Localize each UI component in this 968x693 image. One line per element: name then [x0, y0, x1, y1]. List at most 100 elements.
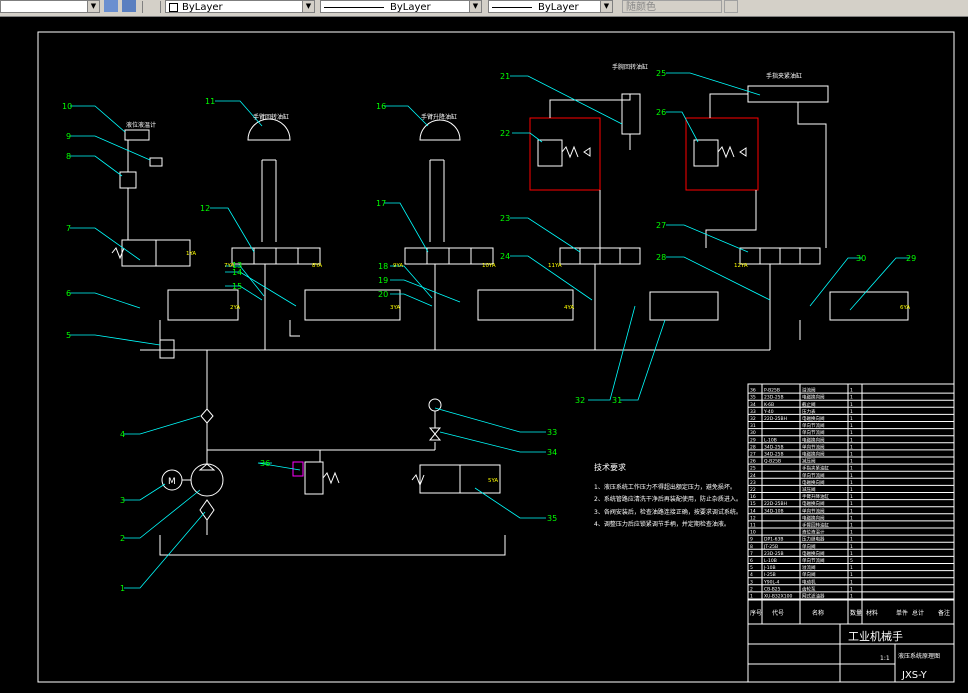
- bom-cell: 溢流阀: [802, 564, 816, 571]
- level-gauge-10: [124, 129, 150, 141]
- bom-cell: 22D-25BH: [764, 501, 787, 507]
- bom-cell: 34D-25B: [764, 452, 784, 458]
- bom-cell: 4: [750, 572, 753, 578]
- coil-7ya: 7YA: [224, 263, 234, 269]
- bom-cell: 26: [750, 459, 756, 465]
- bill-of-materials: 36 P-B25B 溢流阀 135 23D-25B 电磁换向阀 134 K-6B 截止阀 133 Y…: [747, 383, 955, 625]
- plotstyle-arrow[interactable]: [724, 0, 738, 13]
- linetype-preview: [324, 6, 384, 8]
- layer-previous-icon[interactable]: [122, 0, 136, 12]
- color-swatch-icon: [169, 2, 178, 12]
- bom-cell: 1: [850, 579, 853, 585]
- bom-header-cell: 材料: [866, 609, 878, 617]
- layer-stack-icon[interactable]: [104, 0, 118, 12]
- bom-cell: XU-B32X100: [764, 594, 792, 600]
- lineweight-dropdown[interactable]: ByLayer ▼: [488, 0, 613, 13]
- bom-cell: 单向节流阀: [802, 557, 825, 564]
- bom-cell: 24: [750, 473, 756, 479]
- coil-9ya: 9YA: [393, 263, 403, 269]
- bom-cell: 液位液温计: [802, 529, 825, 536]
- plotstyle-dropdown[interactable]: 随颜色: [622, 0, 722, 13]
- label-arm-lift: 手臂升降油缸: [421, 113, 457, 121]
- valve-35-detail: [411, 465, 461, 493]
- bom-cell: 1: [850, 494, 853, 500]
- coil-4ya: 4YA: [564, 305, 574, 311]
- bom-cell: 手臂回转油缸: [802, 522, 829, 529]
- stop-valve-34: [428, 411, 442, 441]
- color-value: ByLayer: [182, 2, 223, 13]
- bom-cell: 8: [750, 544, 753, 550]
- bom-cell: 34: [750, 402, 756, 408]
- bom-cell: 1: [850, 551, 853, 557]
- bom-cell: 手指夹紧油缸: [802, 465, 829, 472]
- valve-26-spring: [717, 145, 747, 159]
- drawing-title: 工业机械手: [848, 629, 903, 643]
- bom-cell: 电磁换向阀: [802, 451, 825, 458]
- bom-cell: 1: [850, 423, 853, 429]
- bom-cell: 16: [750, 494, 756, 500]
- bom-cell: 22: [750, 487, 756, 493]
- color-dropdown[interactable]: ByLayer ▼: [165, 0, 315, 13]
- callout-24: 24: [500, 252, 510, 261]
- lineweight-value: ByLayer: [538, 2, 579, 13]
- bom-cell: 压力继电器: [802, 536, 825, 543]
- bom-cell: 1: [850, 586, 853, 592]
- bom-cell: 6: [750, 558, 753, 564]
- bom-cell: 1: [850, 487, 853, 493]
- bom-cell: 1: [850, 501, 853, 507]
- bom-cell: K-6B: [764, 402, 774, 408]
- bom-cell: 12: [750, 515, 756, 521]
- bom-cell: 1: [850, 537, 853, 543]
- bom-cell: 1: [850, 515, 853, 521]
- bom-cell: 1: [850, 395, 853, 401]
- valve-6-block: [167, 289, 239, 321]
- bom-cell: 1: [850, 466, 853, 472]
- bom-cell: I-25B: [764, 572, 776, 578]
- drawing-canvas[interactable]: M 10 9 8 7 6 5 4 3 2 1 11 12 13 14 15 16…: [0, 16, 968, 693]
- valve-22-spring: [561, 145, 591, 159]
- layer-dropdown[interactable]: ▼: [0, 0, 100, 13]
- callout-5: 5: [66, 331, 71, 340]
- solenoid-valve-31: [649, 291, 719, 321]
- chevron-down-icon[interactable]: ▼: [469, 1, 481, 12]
- callout-30: 30: [856, 254, 866, 263]
- bom-cell: 1: [850, 572, 853, 578]
- bom-cell: 11: [750, 523, 756, 529]
- chevron-down-icon[interactable]: ▼: [87, 1, 99, 12]
- bom-cell: 1: [850, 508, 853, 514]
- tech-req-item-2: 2、系统管路应清洗干净后再装配使用，防止杂质进入。: [594, 495, 742, 503]
- bom-cell: 1: [850, 565, 853, 571]
- bom-cell: 32: [750, 416, 756, 422]
- title-block: 工业机械手 液压系统原理图 1:1 JXS-Y: [747, 623, 955, 683]
- callout-23: 23: [500, 214, 510, 223]
- callout-4: 4: [120, 430, 125, 439]
- coil-5ya: 5YA: [488, 478, 498, 484]
- callout-15: 15: [232, 282, 242, 291]
- bom-cell: CB-B25: [764, 586, 781, 592]
- tech-req-item-4: 4、调整压力后应锁紧调节手柄，并定期检查油液。: [594, 520, 730, 528]
- bom-cell: 压力表: [802, 408, 816, 415]
- chevron-down-icon[interactable]: ▼: [302, 1, 314, 12]
- callout-2: 2: [120, 534, 125, 543]
- bom-cell: 1: [850, 388, 853, 394]
- chevron-down-icon[interactable]: ▼: [600, 1, 612, 12]
- bom-cell: 22D-25BH: [764, 416, 787, 422]
- bom-cell: 9: [750, 537, 753, 543]
- return-line: [207, 442, 436, 462]
- callout-36: 36: [260, 459, 270, 468]
- bom-cell: L-10B: [764, 558, 777, 564]
- callout-22: 22: [500, 129, 510, 138]
- bom-cell: 1: [750, 594, 753, 600]
- lineweight-preview: [492, 6, 532, 8]
- bom-cell: 1: [850, 430, 853, 436]
- callout-14: 14: [232, 268, 242, 277]
- bom-cell: 单向节流阀: [802, 507, 825, 514]
- coil-6ya: 6YA: [900, 305, 910, 311]
- tech-req-item-1: 1、液压系统工作压力不得超出额定压力，避免损坏。: [594, 483, 736, 491]
- valve-12-detail: [253, 248, 299, 264]
- callout-10: 10: [62, 102, 72, 111]
- technical-requirements: 技术要求 1、液压系统工作压力不得超出额定压力，避免损坏。 2、系统管路应清洗干…: [594, 462, 742, 528]
- linetype-dropdown[interactable]: ByLayer ▼: [320, 0, 482, 13]
- coil-11ya: 11YA: [548, 263, 562, 269]
- drawing-subtitle: 液压系统原理图: [898, 652, 940, 660]
